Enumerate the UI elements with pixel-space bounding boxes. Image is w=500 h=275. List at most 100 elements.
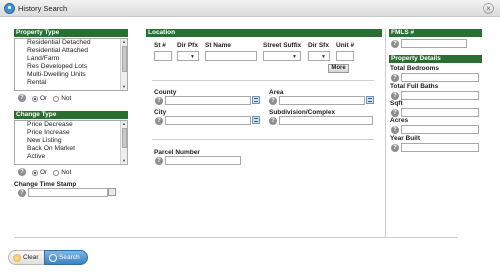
or-radio[interactable] [32, 169, 38, 176]
area-input[interactable] [279, 96, 365, 105]
help-icon[interactable]: ? [155, 97, 163, 105]
or-radio[interactable] [32, 95, 38, 102]
dir-sfx-label: Dir Sfx [308, 42, 329, 49]
property-type-list[interactable]: Residential Detached Residential Attache… [14, 38, 128, 91]
clear-label: Clear [23, 254, 39, 261]
list-item[interactable]: Back On Market [15, 145, 127, 153]
bedrooms-label: Total Bedrooms [390, 65, 439, 72]
street-suffix-label: Street Suffix [263, 42, 302, 49]
scroll-up-icon[interactable]: ▲ [121, 121, 127, 127]
dir-pfx-select[interactable]: ▼ [177, 51, 199, 61]
scroll-up-icon[interactable]: ▲ [121, 39, 127, 45]
city-label: City [154, 109, 167, 116]
scroll-thumb[interactable] [122, 46, 127, 72]
county-label: County [154, 89, 177, 96]
list-item[interactable]: Price Decrease [15, 121, 127, 129]
help-icon[interactable]: ? [18, 189, 26, 197]
fmls-header: FMLS # [389, 29, 482, 37]
window-title: History Search [18, 4, 68, 13]
acres-label: Acres [390, 117, 409, 124]
more-button[interactable]: More [328, 64, 349, 73]
sqft-label: Sqft [390, 100, 403, 107]
calendar-icon[interactable] [108, 188, 116, 196]
chevron-down-icon: ▼ [190, 54, 195, 60]
help-icon[interactable]: ? [18, 168, 26, 176]
close-icon[interactable]: × [483, 3, 494, 14]
dir-pfx-label: Dir Pfx [177, 42, 198, 49]
change-type-list[interactable]: Price Decrease Price Increase New Listin… [14, 120, 128, 165]
list-item[interactable]: Multi-Dwelling Units [15, 71, 127, 79]
clear-icon [13, 253, 21, 262]
acres-input[interactable] [401, 125, 479, 134]
help-icon[interactable]: ? [155, 157, 163, 165]
help-icon[interactable]: ? [155, 117, 163, 125]
divider [14, 237, 458, 238]
help-icon[interactable]: ? [391, 40, 399, 48]
help-icon[interactable]: ? [391, 92, 399, 100]
list-item[interactable]: Price Increase [15, 129, 127, 137]
action-buttons: Clear Search [8, 250, 88, 265]
year-built-label: Year Built [390, 135, 420, 142]
change-time-stamp-label: Change Time Stamp [14, 181, 77, 188]
county-input[interactable] [165, 96, 251, 105]
not-radio[interactable] [53, 169, 60, 176]
property-type-mode: Or Not [32, 95, 71, 102]
list-item[interactable]: Residential Detached [15, 39, 127, 47]
list-item[interactable]: Residential Attached [15, 47, 127, 55]
divider [152, 80, 374, 81]
title-bar: History Search × [0, 0, 500, 17]
subdivision-input[interactable] [279, 116, 373, 125]
search-label: Search [59, 254, 80, 261]
list-item[interactable]: Rental [15, 79, 127, 87]
list-item[interactable]: New Listing [15, 137, 127, 145]
list-item[interactable]: Active [15, 153, 127, 161]
help-icon[interactable]: ? [391, 144, 399, 152]
change-type-scrollbar[interactable]: ▲ ▼ [120, 121, 127, 164]
city-input[interactable] [165, 116, 251, 125]
search-button[interactable]: Search [44, 250, 88, 265]
chevron-down-icon: ▼ [321, 54, 326, 60]
bedrooms-input[interactable] [401, 73, 479, 82]
street-suffix-select[interactable]: ▼ [263, 51, 301, 61]
clear-button[interactable]: Clear [8, 250, 44, 265]
sqft-input[interactable] [401, 108, 479, 117]
help-icon[interactable]: ? [391, 109, 399, 117]
baths-label: Total Full Baths [390, 83, 439, 90]
or-label: Or [40, 169, 48, 176]
list-picker-icon[interactable] [252, 96, 260, 104]
help-icon[interactable]: ? [269, 97, 277, 105]
parcel-label: Parcel Number [154, 149, 200, 156]
baths-input[interactable] [401, 91, 479, 100]
list-item[interactable]: Res Developed Lots [15, 63, 127, 71]
st-name-label: St Name [205, 42, 232, 49]
st-name-input[interactable] [205, 51, 257, 61]
st-num-label: St # [154, 42, 166, 49]
help-icon[interactable]: ? [18, 94, 26, 102]
dir-sfx-select[interactable]: ▼ [308, 51, 330, 61]
scroll-down-icon[interactable]: ▼ [121, 158, 127, 164]
property-type-scrollbar[interactable]: ▲ ▼ [120, 39, 127, 90]
subdivision-label: Subdivision/Complex [269, 109, 336, 116]
or-label: Or [40, 95, 48, 102]
area-label: Area [269, 89, 284, 96]
scroll-down-icon[interactable]: ▼ [121, 84, 127, 90]
list-picker-icon[interactable] [366, 96, 374, 104]
help-icon[interactable]: ? [391, 126, 399, 134]
list-item[interactable]: Land/Farm [15, 55, 127, 63]
year-built-input[interactable] [401, 143, 479, 152]
list-picker-icon[interactable] [252, 116, 260, 124]
fmls-input[interactable] [401, 39, 467, 48]
help-icon[interactable]: ? [269, 117, 277, 125]
app-logo-icon [4, 3, 15, 14]
not-radio[interactable] [53, 95, 60, 102]
unit-input[interactable] [336, 51, 354, 61]
scroll-thumb[interactable] [122, 128, 127, 148]
help-icon[interactable]: ? [391, 74, 399, 82]
st-num-input[interactable] [154, 51, 172, 61]
change-time-stamp-input[interactable] [28, 188, 108, 197]
parcel-input[interactable] [165, 156, 241, 165]
divider [152, 139, 374, 140]
column-divider [385, 29, 386, 237]
property-details-header: Property Details [389, 55, 482, 63]
search-icon [49, 253, 57, 262]
